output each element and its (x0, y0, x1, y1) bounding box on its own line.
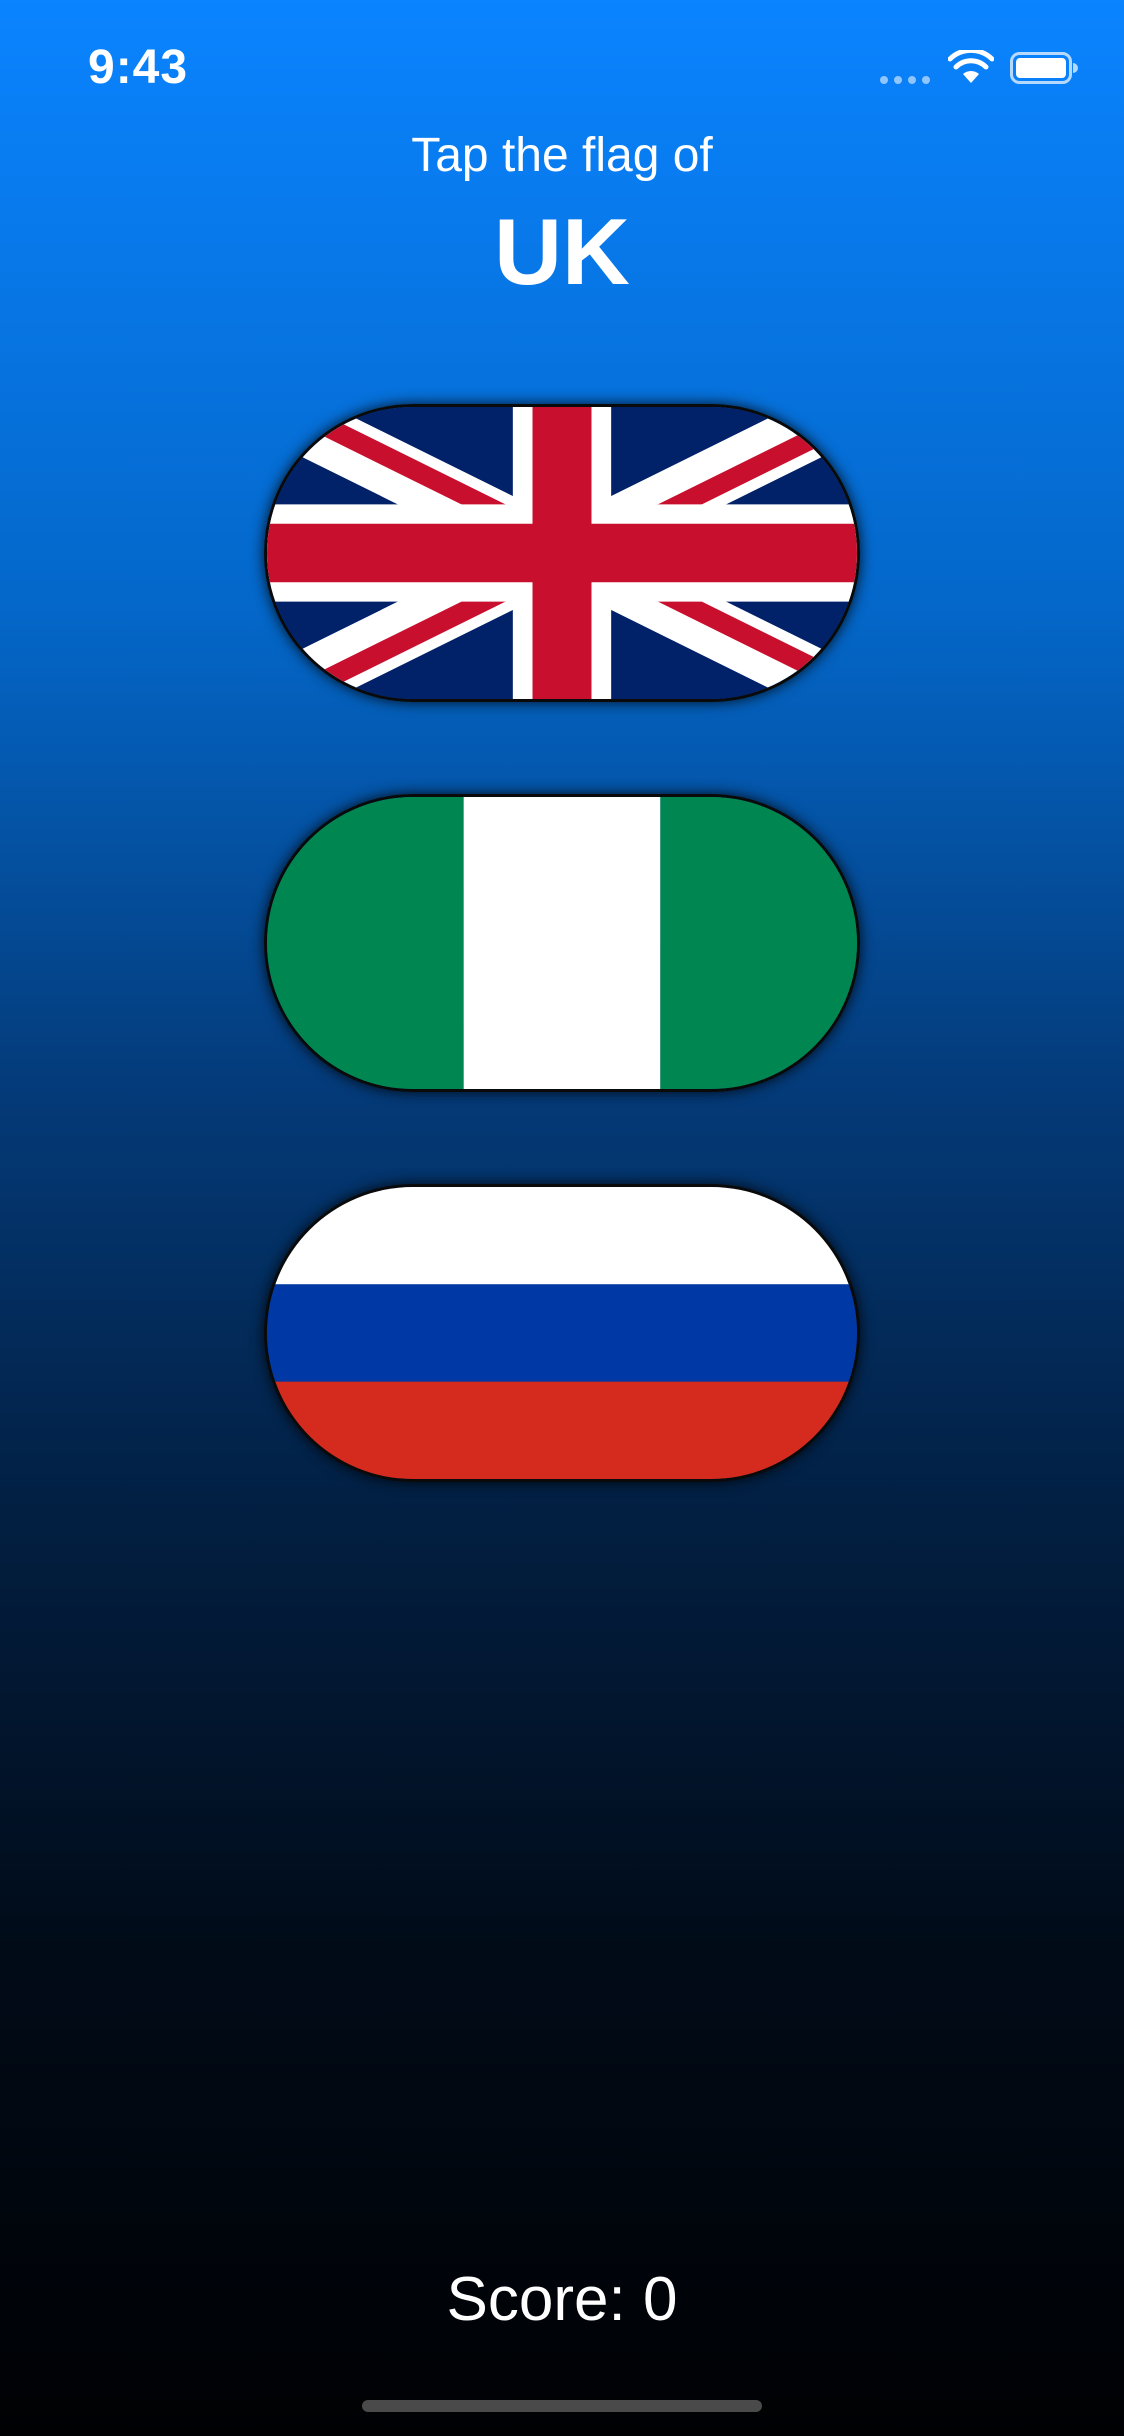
flag-button-russia[interactable] (264, 1184, 860, 1482)
wifi-icon (948, 50, 994, 83)
prompt-text: Tap the flag of (411, 129, 713, 182)
signal-dots-icon (880, 76, 932, 84)
flag-button-uk[interactable] (264, 404, 860, 702)
status-time: 9:43 (88, 41, 189, 94)
score-label: Score: 0 (446, 2265, 678, 2334)
country-name: UK (494, 199, 630, 304)
status-bar: 9:43 (0, 0, 1124, 140)
flag-button-nigeria[interactable] (264, 794, 860, 1092)
battery-icon (1010, 52, 1078, 84)
uk-flag-icon (267, 407, 857, 699)
russia-flag-icon (267, 1187, 857, 1479)
nigeria-flag-icon (267, 797, 857, 1089)
home-indicator[interactable] (362, 2400, 762, 2412)
